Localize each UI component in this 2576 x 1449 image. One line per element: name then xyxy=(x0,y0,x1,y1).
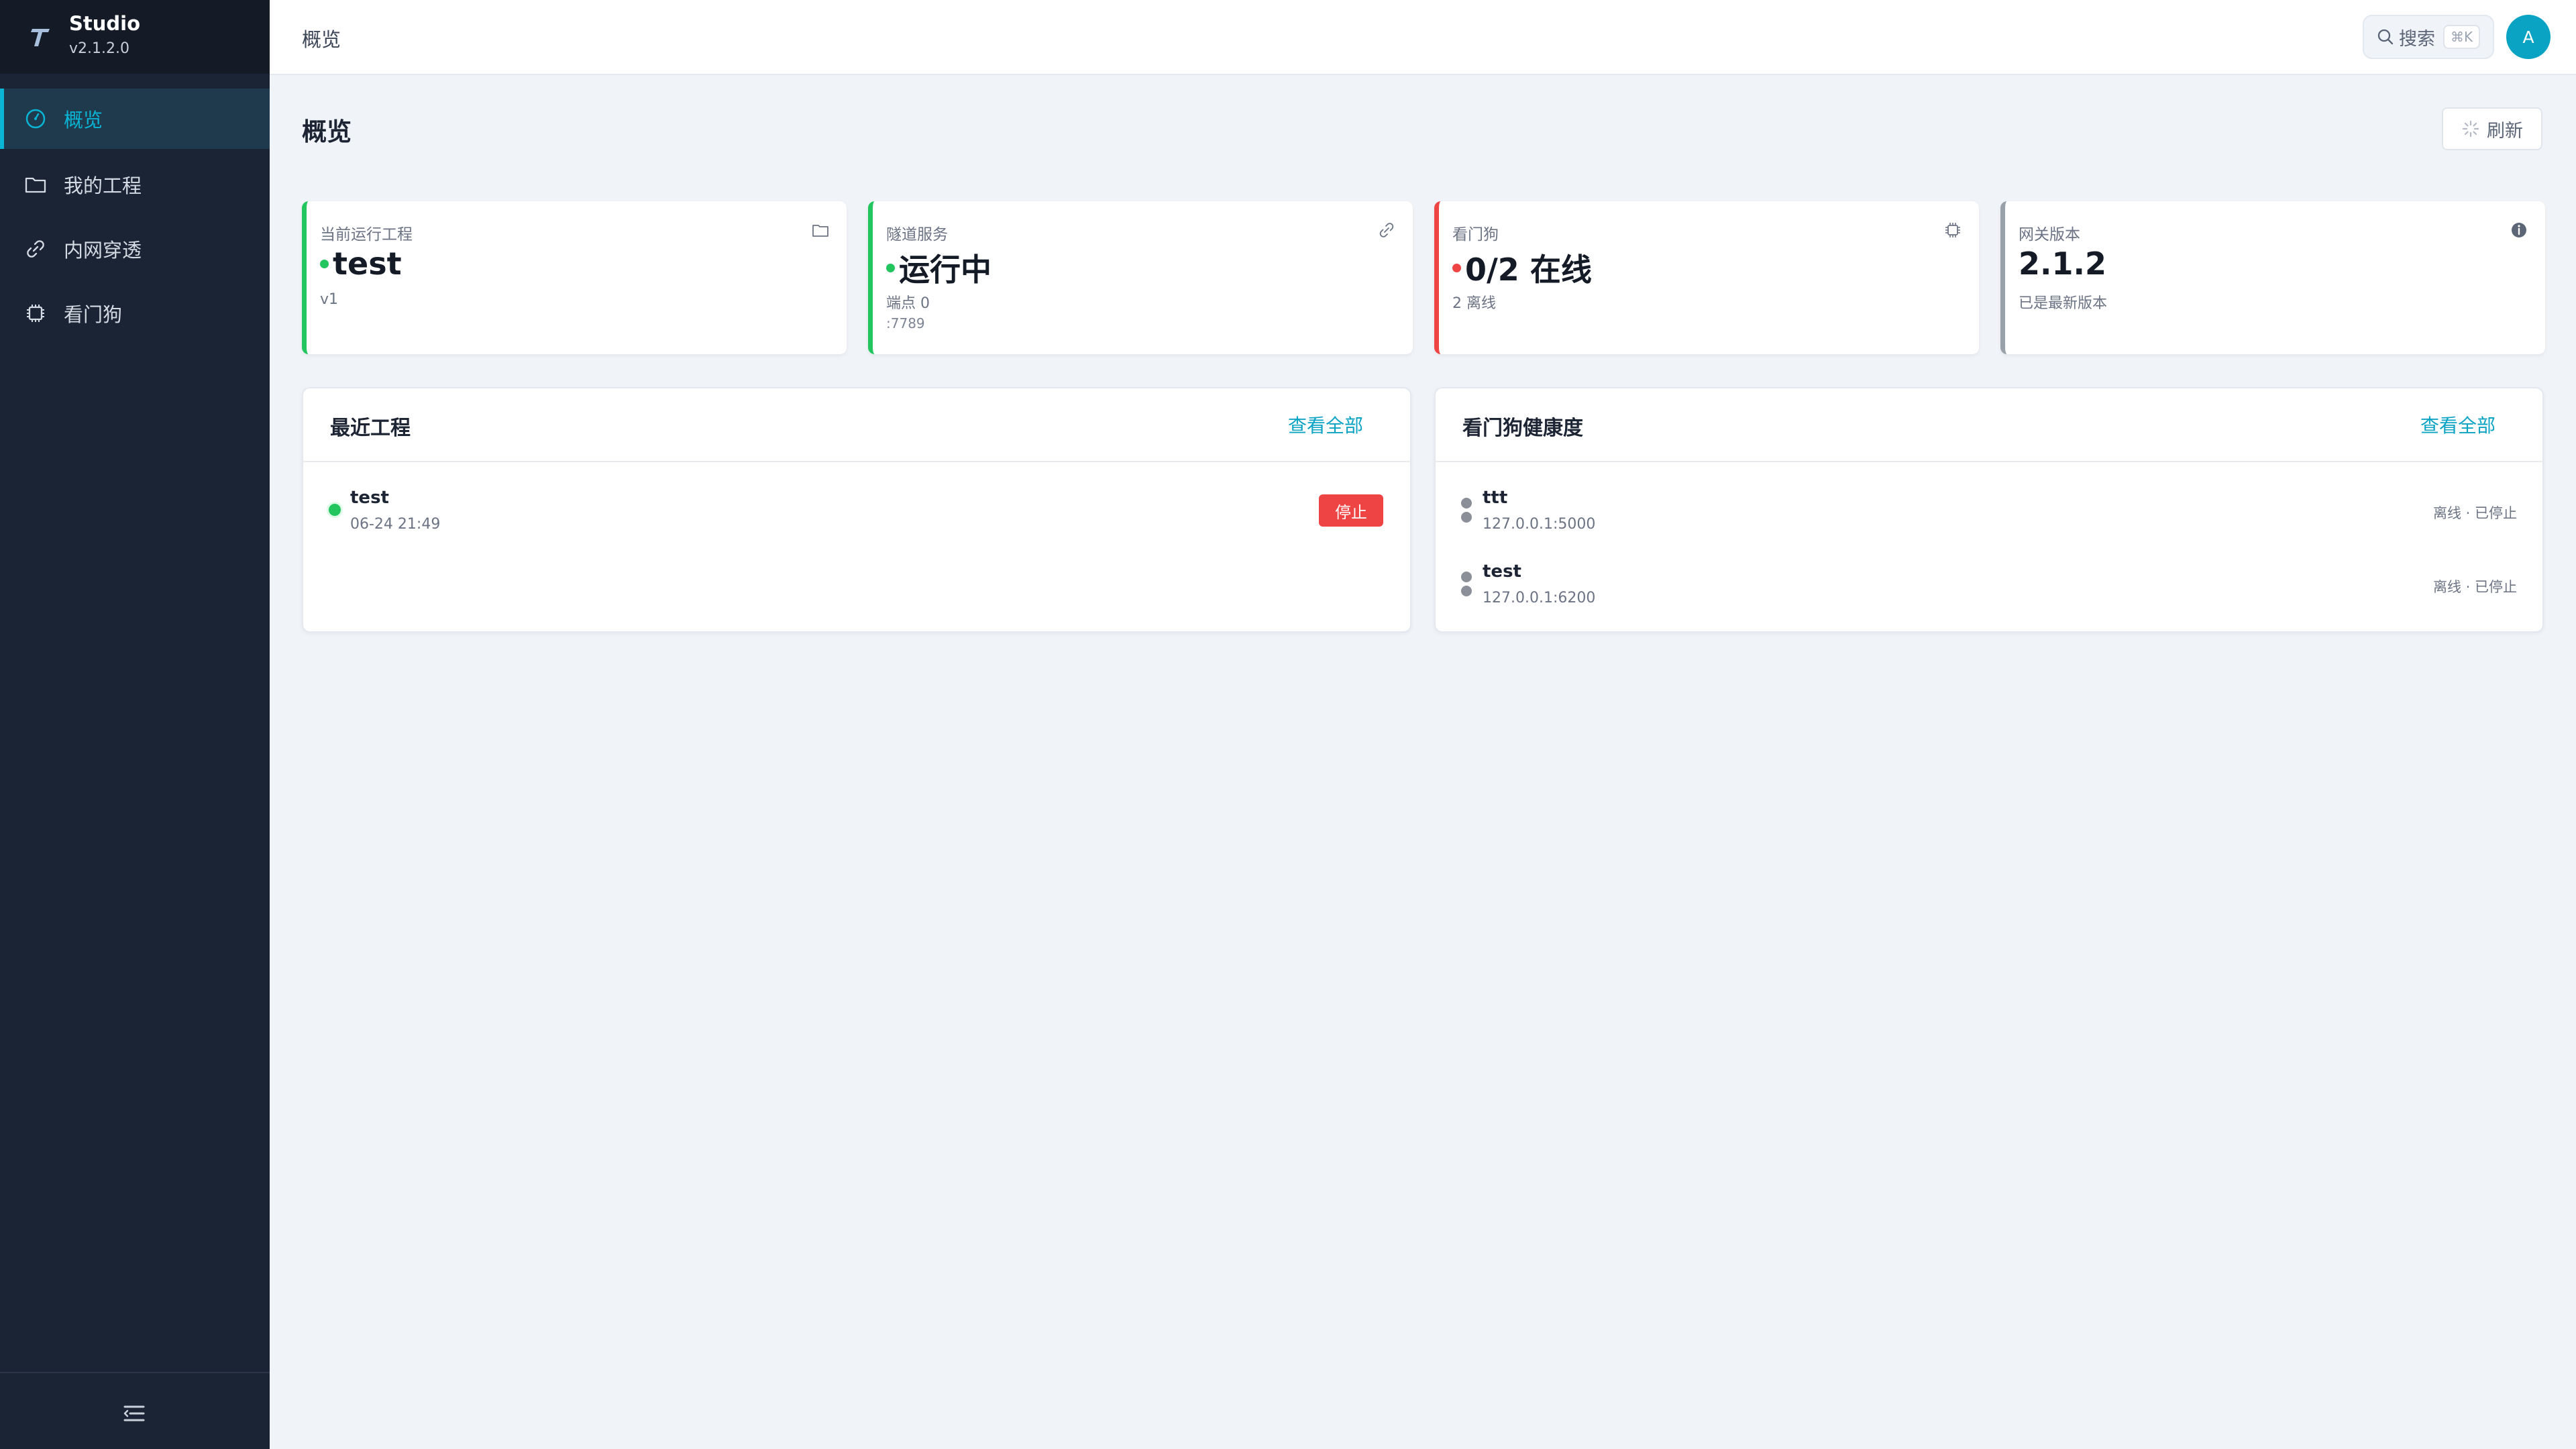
top-bar: 概览 搜索 ⌘K A xyxy=(270,0,2576,75)
stat-card-tunnel-service[interactable]: 隧道服务 运行中 端点 0 :7789 xyxy=(868,201,1413,354)
app-version: v2.1.2.0 xyxy=(69,40,129,57)
recent-projects-panel: 最近工程 查看全部 test 06-24 21:49 停止 xyxy=(302,387,1411,633)
panel-header: 最近工程 查看全部 xyxy=(303,388,1410,462)
link-icon xyxy=(23,237,48,261)
stat-card-current-project[interactable]: 当前运行工程 test v1 xyxy=(302,201,847,354)
stat-sub: 2 离线 xyxy=(1452,295,1496,312)
stat-label: 看门狗 xyxy=(1452,226,1499,244)
status-dot xyxy=(1461,572,1473,598)
sidebar-item-watchdog[interactable]: 看门狗 xyxy=(0,283,270,343)
watchdog-health-panel: 看门狗健康度 查看全部 ttt 127.0.0.1:5000 离线 · 已停止 … xyxy=(1434,387,2544,633)
status-dot xyxy=(320,259,329,268)
watchdog-name: ttt xyxy=(1483,488,1508,508)
status-dot xyxy=(1452,263,1461,272)
search-button[interactable]: 搜索 ⌘K xyxy=(2363,15,2494,59)
chip-icon xyxy=(23,301,48,325)
loading-spinner-icon xyxy=(2462,120,2479,138)
status-dot xyxy=(886,263,895,272)
app-name: Studio xyxy=(69,12,141,35)
stat-label: 网关版本 xyxy=(2019,226,2080,244)
stat-value-text: 2.1.2 xyxy=(2019,246,2106,282)
collapse-sidebar-icon[interactable] xyxy=(121,1401,148,1426)
stat-value: test xyxy=(320,246,402,282)
watchdog-address: 127.0.0.1:5000 xyxy=(1483,516,1596,533)
sidebar-item-label: 看门狗 xyxy=(64,303,123,326)
app-logo xyxy=(31,29,50,46)
link-icon xyxy=(1379,223,1394,237)
stat-sub: 端点 0 xyxy=(886,295,930,312)
status-dot xyxy=(1461,498,1473,525)
watchdog-status: 离线 · 已停止 xyxy=(2432,579,2517,595)
search-icon xyxy=(2377,29,2394,45)
sidebar-item-projects[interactable]: 我的工程 xyxy=(0,154,270,215)
panel-header: 看门狗健康度 查看全部 xyxy=(1436,388,2542,462)
stat-value: 运行中 xyxy=(886,246,991,290)
stat-sub: 已是最新版本 xyxy=(2019,295,2108,312)
sidebar-item-label: 内网穿透 xyxy=(64,239,142,262)
search-label: 搜索 xyxy=(2399,28,2435,50)
watchdog-address: 127.0.0.1:6200 xyxy=(1483,590,1596,606)
sidebar-item-label: 概览 xyxy=(64,109,103,131)
watchdog-status: 离线 · 已停止 xyxy=(2432,505,2517,521)
brand-header[interactable]: Studio v2.1.2.0 xyxy=(0,0,270,74)
stat-value-text: 0/2 在线 xyxy=(1465,252,1592,288)
search-shortcut-badge: ⌘K xyxy=(2443,25,2481,49)
refresh-button[interactable]: 刷新 xyxy=(2442,107,2542,150)
stat-sub: v1 xyxy=(320,291,339,308)
folder-icon xyxy=(812,225,828,237)
stop-button[interactable]: 停止 xyxy=(1319,494,1383,527)
stat-label: 当前运行工程 xyxy=(320,226,413,244)
watchdog-name: test xyxy=(1483,561,1521,582)
stat-value: 2.1.2 xyxy=(2019,246,2106,282)
refresh-label: 刷新 xyxy=(2487,120,2523,142)
sidebar-item-overview[interactable]: 概览 xyxy=(0,89,270,149)
stat-card-watchdog[interactable]: 看门狗 0/2 在线 2 离线 xyxy=(1434,201,1979,354)
sidebar-item-label: 我的工程 xyxy=(64,174,142,197)
stat-value: 0/2 在线 xyxy=(1452,246,1592,290)
info-icon xyxy=(2512,223,2526,237)
stat-value-text: test xyxy=(333,246,402,282)
panel-title: 最近工程 xyxy=(330,417,411,440)
stat-card-gateway-version[interactable]: 网关版本 2.1.2 已是最新版本 xyxy=(2000,201,2545,354)
status-dot xyxy=(329,504,341,516)
page-title: 概览 xyxy=(302,117,352,146)
stat-label: 隧道服务 xyxy=(886,226,948,244)
panel-title: 看门狗健康度 xyxy=(1462,417,1583,440)
sidebar-item-tunnel[interactable]: 内网穿透 xyxy=(0,219,270,279)
view-all-link[interactable]: 查看全部 xyxy=(2420,411,2496,438)
stat-port: :7789 xyxy=(886,315,925,331)
avatar[interactable]: A xyxy=(2506,15,2551,59)
sidebar: Studio v2.1.2.0 概览 我的工程 内网穿透 看门狗 xyxy=(0,0,270,1449)
project-name: test xyxy=(350,488,389,508)
breadcrumb: 概览 xyxy=(302,28,341,51)
sidebar-footer xyxy=(0,1372,270,1449)
view-all-link[interactable]: 查看全部 xyxy=(1288,411,1363,438)
stat-value-text: 运行中 xyxy=(899,252,991,288)
gauge-icon xyxy=(23,107,48,131)
folder-icon xyxy=(23,172,48,197)
project-time: 06-24 21:49 xyxy=(350,516,441,533)
chip-icon xyxy=(1945,223,1960,237)
